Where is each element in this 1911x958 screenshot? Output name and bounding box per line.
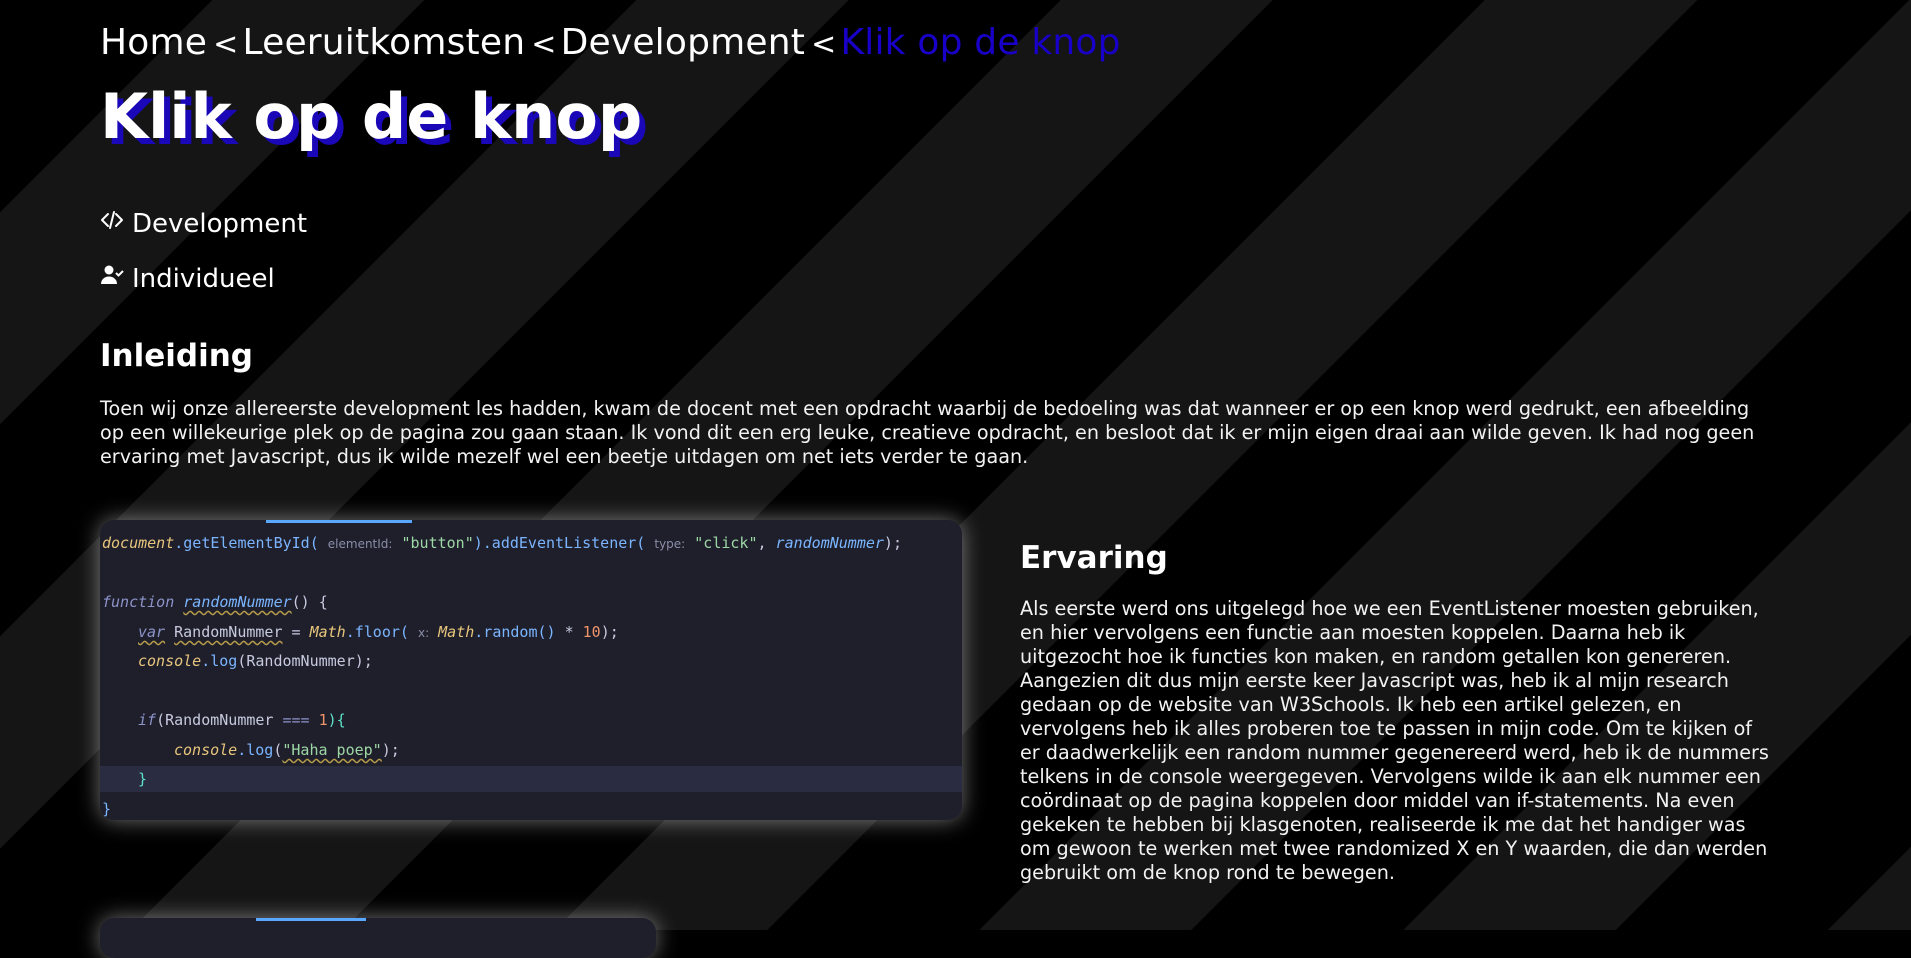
breadcrumb-separator: < (811, 27, 837, 62)
breadcrumb-development[interactable]: Development (561, 22, 806, 63)
breadcrumb-home[interactable]: Home (100, 22, 207, 63)
breadcrumb-separator: < (531, 27, 557, 62)
editor-tab-indicator (266, 520, 412, 523)
code-screenshot-2 (100, 918, 656, 958)
breadcrumb-leeruitkomsten[interactable]: Leeruitkomsten (242, 22, 525, 63)
breadcrumb: Home < Leeruitkomsten < Development < Klik op … (100, 22, 1121, 63)
breadcrumb-current: Klik op de knop (840, 22, 1121, 63)
code-line: var RandomNummer = Math.floor( x: Math.r… (138, 623, 619, 641)
section-heading-ervaring: Ervaring (1020, 540, 1168, 576)
meta-mode: Individueel (100, 263, 275, 294)
meta-category: Development (100, 208, 307, 239)
code-line: } (102, 800, 112, 818)
code-icon (100, 208, 124, 239)
editor-tab-indicator (256, 918, 366, 921)
code-line: document.getElementById( elementId: "but… (102, 534, 902, 552)
code-line: function randomNummer() { (102, 593, 328, 611)
code-line-highlighted: } (100, 766, 962, 792)
breadcrumb-separator: < (213, 27, 239, 62)
user-check-icon (100, 263, 124, 294)
ervaring-paragraph: Als eerste werd ons uitgelegd hoe we een… (1020, 597, 1769, 884)
code-screenshot: document.getElementById( elementId: "but… (100, 520, 962, 820)
meta-mode-label: Individueel (132, 263, 275, 294)
code-line: if(RandomNummer === 1){ (138, 711, 346, 729)
intro-paragraph: Toen wij onze allereerste development le… (100, 397, 1755, 468)
meta-category-label: Development (132, 208, 308, 239)
page-title: Klik op de knop (100, 80, 643, 153)
code-line: console.log(RandomNummer); (138, 652, 373, 670)
code-line: console.log("Haha poep"); (174, 741, 400, 759)
section-heading-inleiding: Inleiding (100, 338, 253, 374)
